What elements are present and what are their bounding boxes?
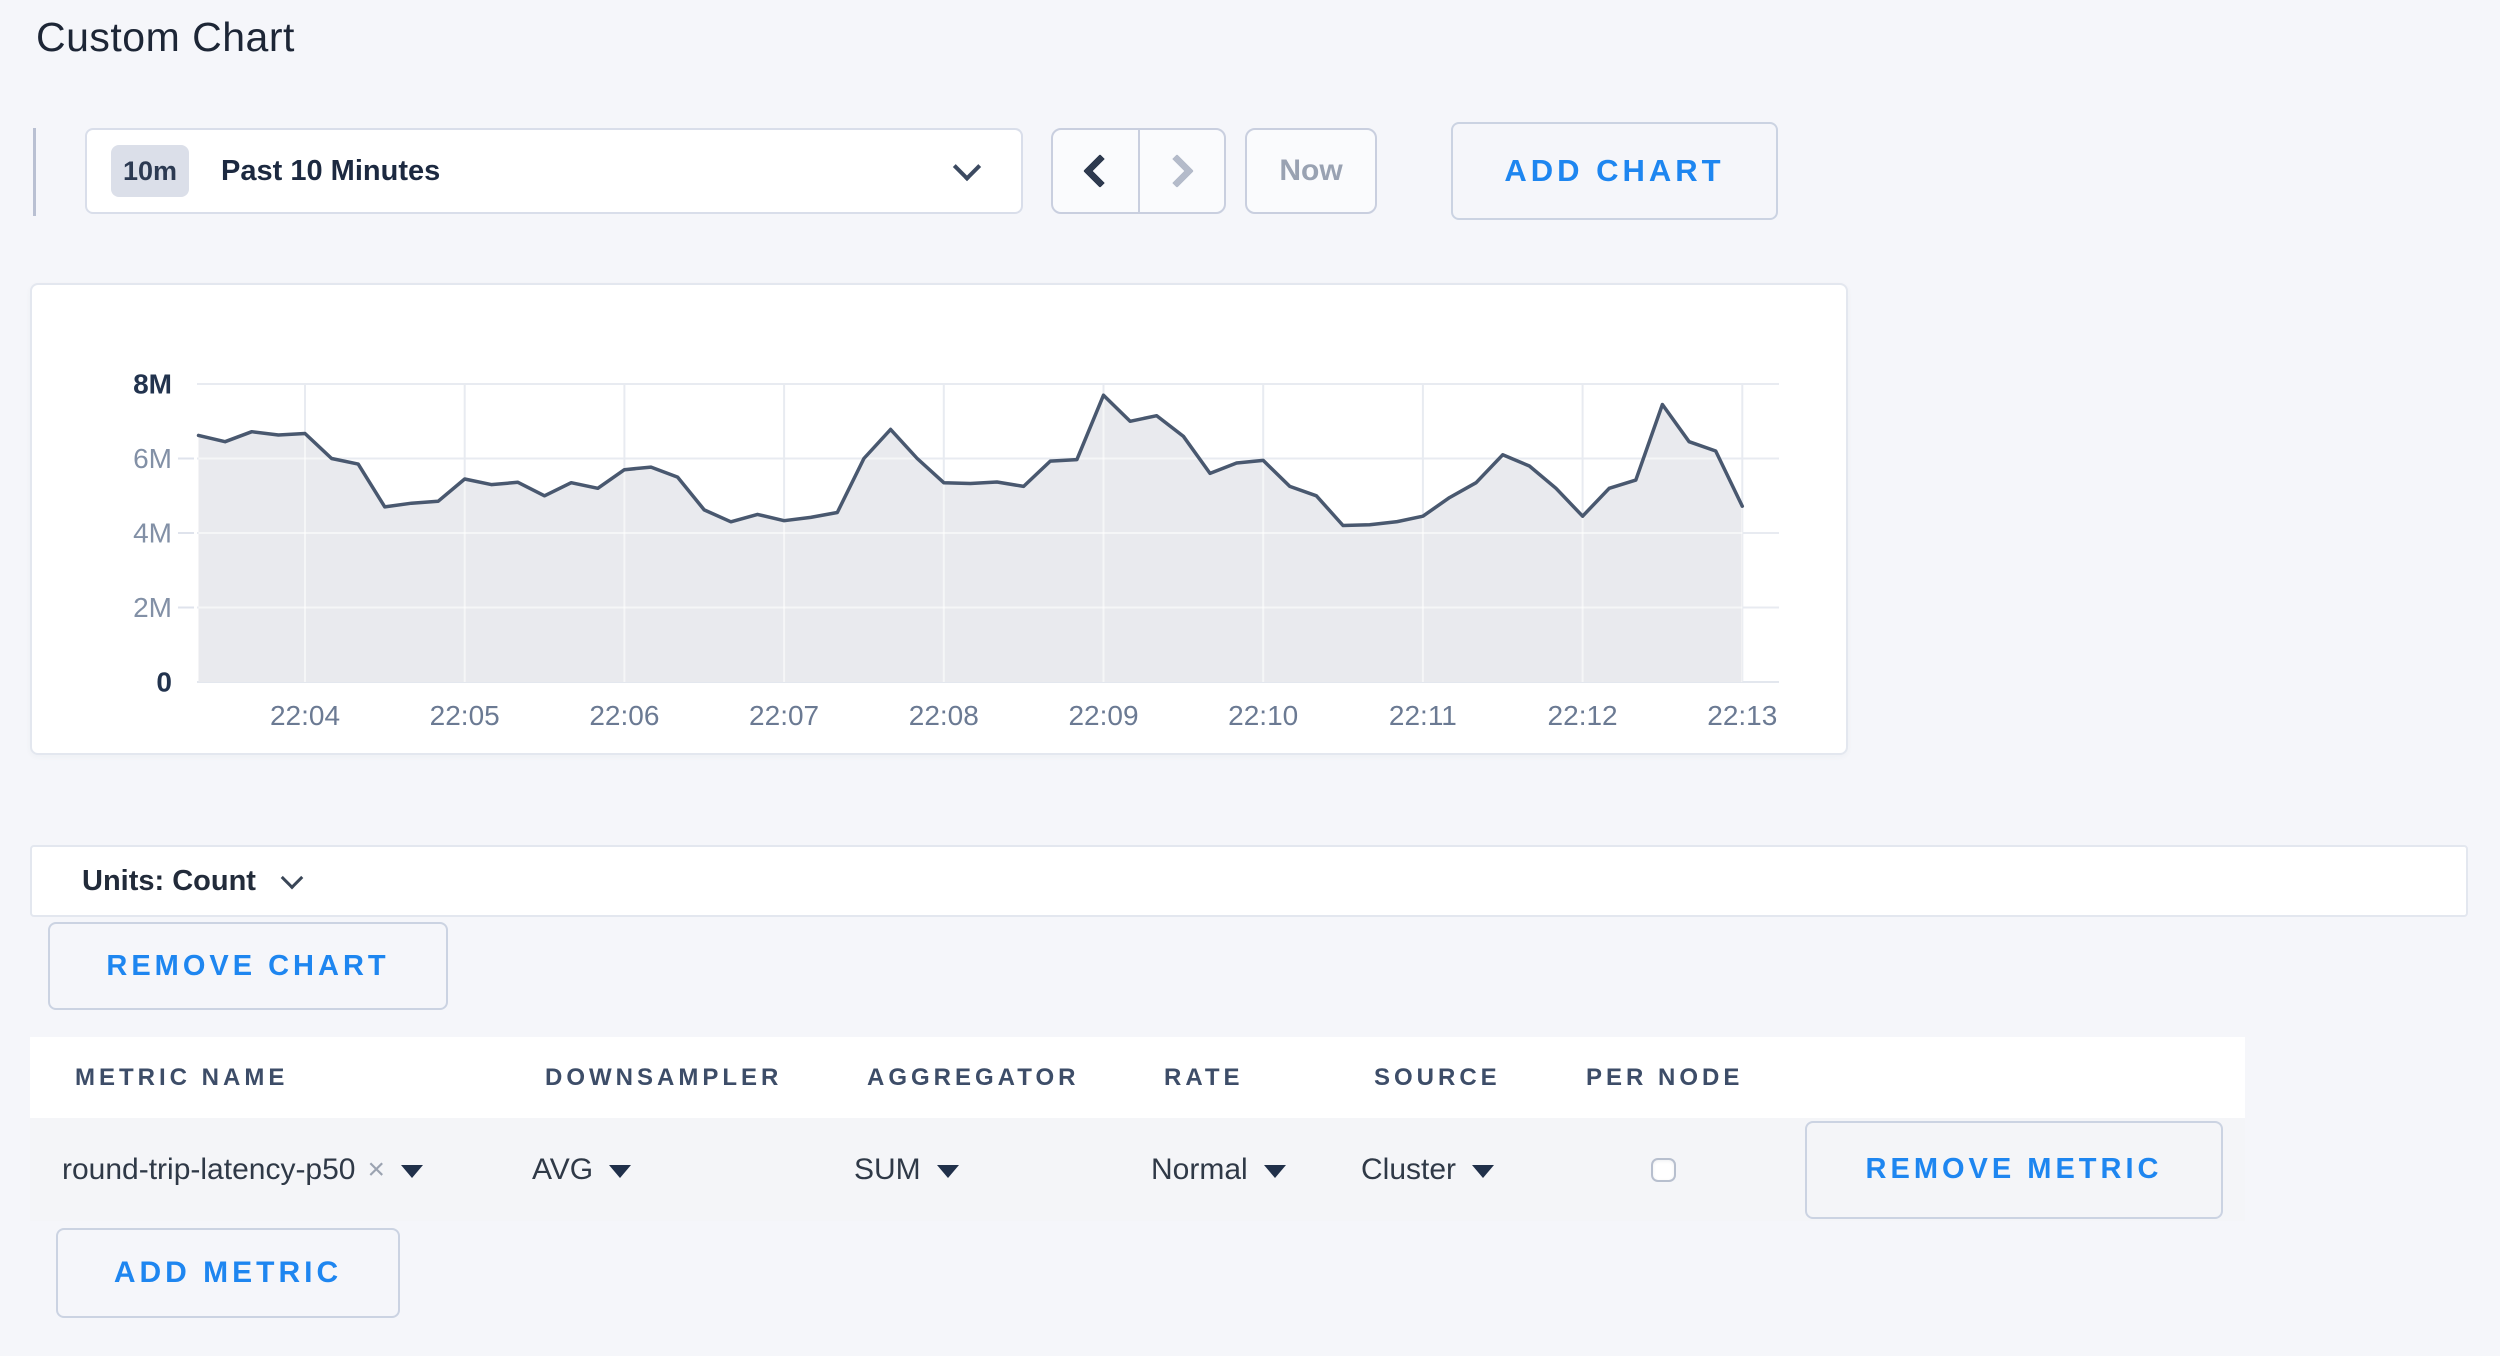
per-node-checkbox[interactable] [1651,1158,1676,1182]
time-range-select[interactable]: 10m Past 10 Minutes [85,128,1023,214]
add-chart-button[interactable]: ADD CHART [1451,122,1778,220]
svg-text:0: 0 [156,667,172,698]
chart-card: 0 2M 4M 6M 8M 22:04 22:05 22:06 22:07 22:08 22:09 2… [30,283,1848,755]
now-button[interactable]: Now [1245,128,1377,214]
chevron-down-icon [281,867,304,890]
remove-metric-button[interactable]: REMOVE METRIC [1805,1121,2223,1219]
caret-down-icon [1472,1165,1494,1178]
svg-text:22:11: 22:11 [1389,700,1457,731]
add-metric-button[interactable]: ADD METRIC [56,1228,400,1318]
timeseries-chart[interactable]: 0 2M 4M 6M 8M 22:04 22:05 22:06 22:07 22:08 22:09 2… [32,285,1848,755]
rate-dropdown[interactable]: Normal [1119,1153,1329,1187]
svg-text:8M: 8M [133,369,172,400]
svg-text:22:05: 22:05 [430,700,500,731]
col-header-rate: RATE [1119,1064,1329,1092]
svg-text:22:10: 22:10 [1228,700,1298,731]
chevron-down-icon [953,153,981,181]
col-header-aggregator: AGGREGATOR [822,1064,1119,1092]
prev-time-button[interactable] [1053,130,1138,212]
svg-text:4M: 4M [133,518,172,549]
next-time-button[interactable] [1138,130,1225,212]
time-step-buttons [1051,128,1226,214]
metric-row: round-trip-latency-p50 × AVG SUM Normal … [30,1118,2245,1221]
source-dropdown[interactable]: Cluster [1329,1153,1541,1187]
svg-text:6M: 6M [133,443,172,474]
col-header-metric-name: METRIC NAME [30,1064,500,1092]
remove-chart-button[interactable]: REMOVE CHART [48,922,448,1010]
downsampler-value: AVG [532,1153,593,1187]
chevron-left-icon [1083,154,1117,188]
rate-value: Normal [1151,1153,1248,1187]
source-value: Cluster [1361,1153,1456,1187]
page-title: Custom Chart [36,14,295,61]
downsampler-dropdown[interactable]: AVG [500,1153,822,1187]
chevron-right-icon [1160,154,1194,188]
caret-down-icon [609,1165,631,1178]
time-range-label: Past 10 Minutes [221,155,440,188]
aggregator-value: SUM [854,1153,921,1187]
svg-text:22:09: 22:09 [1068,700,1138,731]
svg-text:22:07: 22:07 [749,700,819,731]
toolbar-accent-divider [33,128,36,216]
units-label: Units: Count [82,865,256,898]
caret-down-icon [937,1165,959,1178]
row-actions-cell: REMOVE METRIC [1762,1121,2245,1219]
caret-down-icon [401,1165,423,1178]
custom-chart-page: Custom Chart 10m Past 10 Minutes Now ADD… [0,0,2500,1356]
svg-text:22:13: 22:13 [1707,700,1777,731]
per-node-cell [1541,1158,1762,1182]
svg-text:22:06: 22:06 [589,700,659,731]
metric-name-dropdown[interactable]: round-trip-latency-p50 × [30,1153,500,1187]
aggregator-dropdown[interactable]: SUM [822,1153,1119,1187]
caret-down-icon [1264,1165,1286,1178]
col-header-downsampler: DOWNSAMPLER [500,1064,822,1092]
svg-text:22:12: 22:12 [1548,700,1618,731]
metrics-table: METRIC NAME DOWNSAMPLER AGGREGATOR RATE … [30,1037,2245,1221]
units-select[interactable]: Units: Count [30,845,2468,917]
svg-text:2M: 2M [133,592,172,623]
time-range-badge: 10m [111,145,189,197]
svg-text:22:04: 22:04 [270,700,340,731]
metrics-table-header: METRIC NAME DOWNSAMPLER AGGREGATOR RATE … [30,1037,2245,1118]
metric-name-value: round-trip-latency-p50 [62,1153,355,1187]
remove-icon[interactable]: × [367,1153,385,1187]
svg-text:22:08: 22:08 [909,700,979,731]
col-header-per-node: PER NODE [1541,1064,1762,1092]
col-header-source: SOURCE [1329,1064,1541,1092]
